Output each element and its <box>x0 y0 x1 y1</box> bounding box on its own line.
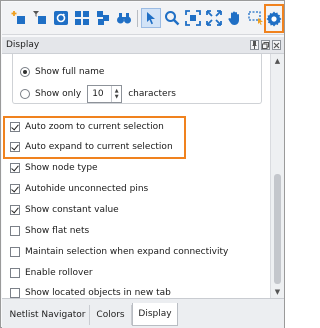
tab-display[interactable]: Display <box>132 303 178 326</box>
show-node-type-option[interactable]: Show node type <box>10 163 98 173</box>
auto-zoom-option[interactable]: Auto zoom to current selection <box>10 122 164 132</box>
zoom-icon[interactable] <box>162 8 182 28</box>
fit-icon[interactable] <box>183 8 203 28</box>
panel-title: Display <box>6 40 40 50</box>
filter-node-icon[interactable] <box>30 8 50 28</box>
show-constant-value-label: Show constant value <box>25 205 119 215</box>
auto-zoom-label: Auto zoom to current selection <box>25 122 164 132</box>
restore-icon[interactable] <box>261 40 270 50</box>
toolbar-separator <box>137 10 138 27</box>
show-flat-nets-label: Show flat nets <box>25 226 90 236</box>
enable-rollover-option[interactable]: Enable rollover <box>10 268 93 278</box>
show-constant-value-checkbox[interactable] <box>10 205 20 215</box>
stack-icon[interactable] <box>93 8 113 28</box>
maintain-selection-checkbox[interactable] <box>10 247 20 257</box>
maintain-selection-option[interactable]: Maintain selection when expand connectiv… <box>10 247 228 257</box>
maintain-selection-label: Maintain selection when expand connectiv… <box>25 247 229 257</box>
show-full-name-radio[interactable] <box>20 67 30 77</box>
show-only-radio[interactable] <box>20 89 30 99</box>
show-constant-value-option[interactable]: Show constant value <box>10 205 119 215</box>
pointer-icon[interactable] <box>141 8 161 28</box>
toolbar <box>2 2 284 35</box>
characters-label: characters <box>128 89 176 99</box>
characters-value[interactable]: 10 <box>88 89 111 99</box>
autohide-unconnected-option[interactable]: Autohide unconnected pins <box>10 184 148 194</box>
show-located-label: Show located objects in new tab <box>25 288 171 298</box>
characters-spinbox[interactable]: 10 ▲ ▼ <box>87 85 123 103</box>
enable-rollover-label: Enable rollover <box>25 268 93 278</box>
show-located-option[interactable]: Show located objects in new tab <box>10 288 171 298</box>
autohide-unconnected-checkbox[interactable] <box>10 184 20 194</box>
vertical-scrollbar[interactable]: ▲ ▼ <box>270 54 284 298</box>
pin-icon[interactable] <box>250 40 259 50</box>
grid-icon[interactable] <box>72 8 92 28</box>
tab-colors[interactable]: Colors <box>90 305 132 325</box>
select-rect-icon[interactable] <box>246 8 266 28</box>
display-options: Show full name Show only 10 ▲ ▼ characte… <box>2 54 270 298</box>
auto-expand-option[interactable]: Auto expand to current selection <box>10 142 173 152</box>
scroll-thumb[interactable] <box>274 174 281 284</box>
scroll-down-icon[interactable]: ▼ <box>273 287 282 296</box>
show-node-type-checkbox[interactable] <box>10 163 20 173</box>
show-flat-nets-option[interactable]: Show flat nets <box>10 226 89 236</box>
tab-netlist-navigator[interactable]: Netlist Navigator <box>6 305 90 325</box>
auto-expand-checkbox[interactable] <box>10 142 20 152</box>
show-full-name-option[interactable]: Show full name <box>20 67 104 77</box>
window-frame: Display Show full name Show only 10 ▲ ▼ <box>0 0 285 328</box>
settings-button[interactable] <box>264 4 284 33</box>
show-only-option[interactable]: Show only 10 ▲ ▼ characters <box>20 85 176 103</box>
enable-rollover-checkbox[interactable] <box>10 268 20 278</box>
settings-icon <box>266 11 282 26</box>
scroll-up-icon[interactable]: ▲ <box>273 56 282 65</box>
expand-icon[interactable] <box>204 8 224 28</box>
hand-icon[interactable] <box>225 8 245 28</box>
autohide-unconnected-label: Autohide unconnected pins <box>25 184 149 194</box>
close-icon[interactable] <box>272 40 281 50</box>
refresh-icon[interactable] <box>51 8 71 28</box>
plus-node-icon[interactable] <box>9 8 29 28</box>
spin-arrows[interactable]: ▲ ▼ <box>111 86 121 102</box>
show-only-label: Show only <box>35 89 82 99</box>
auto-zoom-checkbox[interactable] <box>10 122 20 132</box>
show-flat-nets-checkbox[interactable] <box>10 226 20 236</box>
spin-down-icon[interactable]: ▼ <box>115 94 119 100</box>
bottom-tabbar: Netlist Navigator Colors Display <box>2 298 284 328</box>
auto-expand-label: Auto expand to current selection <box>25 142 173 152</box>
show-node-type-label: Show node type <box>25 163 98 173</box>
binoculars-icon[interactable] <box>114 8 134 28</box>
show-full-name-label: Show full name <box>35 67 105 77</box>
panel-header: Display <box>2 37 284 54</box>
show-located-checkbox[interactable] <box>10 288 20 298</box>
